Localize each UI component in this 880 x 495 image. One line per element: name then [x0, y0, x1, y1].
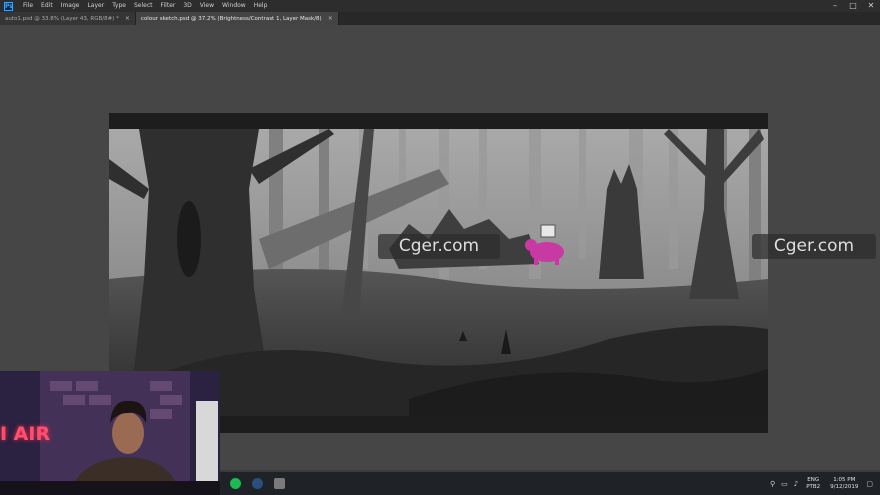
people-icon[interactable]: ⚲ — [770, 480, 775, 488]
window-controls: – □ ✕ — [826, 0, 880, 12]
clock-time: 1:05 PM — [833, 476, 856, 483]
menu-layer[interactable]: Layer — [83, 0, 108, 12]
photoshop-logo-icon[interactable]: Ps — [4, 1, 13, 11]
tab-label: colour sketch.psd @ 37.2% (Brightness/Co… — [140, 15, 322, 22]
tab-colour-sketch[interactable]: colour sketch.psd @ 37.2% (Brightness/Co… — [135, 12, 339, 25]
document-tab-bar: auto1.psd @ 33.8% (Layer 43, RGB/8#) * ×… — [0, 12, 880, 25]
person-face — [112, 412, 144, 454]
language-code: ENG — [807, 476, 820, 483]
clock[interactable]: 1:05 PM 9/12/2019 — [830, 477, 858, 491]
clock-date: 9/12/2019 — [830, 483, 859, 490]
close-button[interactable]: ✕ — [862, 0, 880, 12]
system-tray: ⚲ ▭ ♪ ENG PTB2 1:05 PM 9/12/2019 ▢ — [767, 472, 876, 495]
network-icon[interactable]: ▭ — [781, 480, 788, 488]
menu-window[interactable]: Window — [218, 0, 250, 12]
spotify-icon[interactable] — [230, 478, 241, 489]
language-indicator[interactable]: ENG PTB2 — [806, 477, 820, 491]
watermark-left: Cger.com — [378, 234, 500, 259]
menu-bar: Ps File Edit Image Layer Type Select Fil… — [0, 0, 880, 12]
menu-type[interactable]: Type — [108, 0, 130, 12]
menu-filter[interactable]: Filter — [157, 0, 180, 12]
app-icon[interactable] — [274, 478, 285, 489]
notification-icon[interactable]: ▢ — [866, 480, 873, 488]
minimize-button[interactable]: – — [826, 0, 844, 12]
watermark-right: Cger.com — [752, 234, 876, 259]
language-layout: PTB2 — [806, 483, 821, 490]
tab-close-icon[interactable]: × — [328, 15, 333, 22]
taskbar: ⚲ ▭ ♪ ENG PTB2 1:05 PM 9/12/2019 ▢ — [220, 472, 880, 495]
volume-icon[interactable]: ♪ — [794, 480, 798, 488]
rider-sign — [540, 224, 556, 238]
maximize-button[interactable]: □ — [844, 0, 862, 12]
menu-file[interactable]: File — [19, 0, 37, 12]
tab-close-icon[interactable]: × — [125, 15, 130, 22]
webcam-overlay: I AIR — [0, 371, 220, 495]
menu-image[interactable]: Image — [57, 0, 84, 12]
menu-3d[interactable]: 3D — [179, 0, 195, 12]
steam-icon[interactable] — [252, 478, 263, 489]
tab-auto1[interactable]: auto1.psd @ 33.8% (Layer 43, RGB/8#) * × — [0, 12, 136, 25]
neon-sign: I AIR — [0, 423, 51, 445]
menu-view[interactable]: View — [196, 0, 218, 12]
menu-edit[interactable]: Edit — [37, 0, 57, 12]
menu-help[interactable]: Help — [250, 0, 272, 12]
tab-label: auto1.psd @ 33.8% (Layer 43, RGB/8#) * — [5, 15, 119, 22]
menu-select[interactable]: Select — [130, 0, 157, 12]
